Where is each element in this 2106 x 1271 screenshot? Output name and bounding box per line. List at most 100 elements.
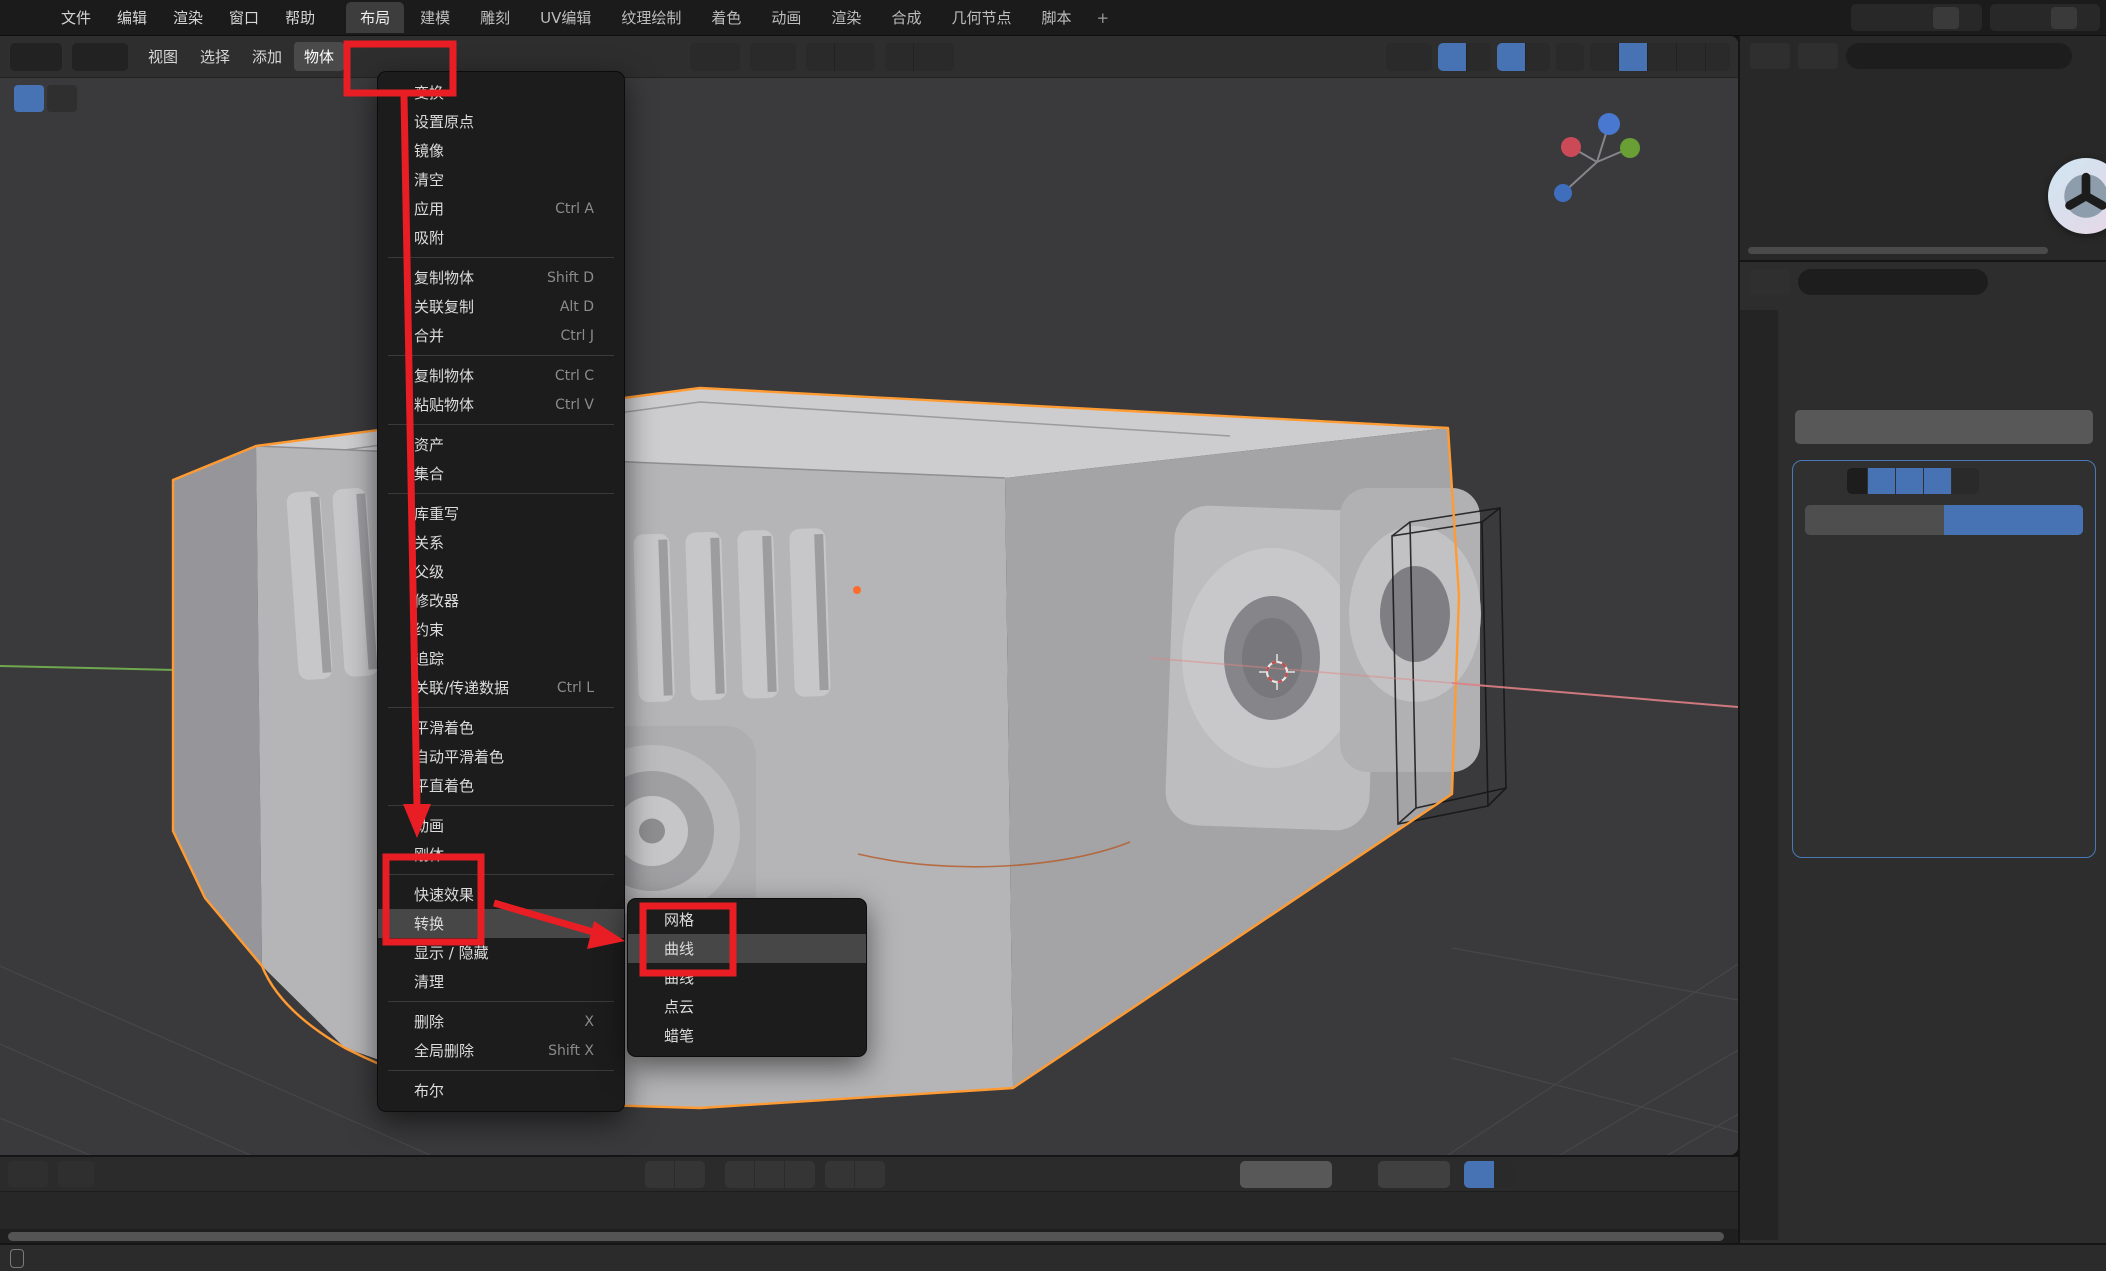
tab-edges[interactable] [1944, 505, 2083, 535]
snap-keys-button[interactable] [825, 1161, 855, 1188]
topbar-menu-4[interactable]: 帮助 [272, 3, 328, 32]
outliner-scrollbar[interactable] [1748, 247, 2048, 254]
object-menu-item-35[interactable]: 清理 [378, 967, 624, 996]
workspace-tab-2[interactable]: 雕刻 [466, 2, 524, 33]
workspace-tab-6[interactable]: 动画 [757, 2, 815, 33]
object-menu-item-18[interactable]: 关系 [378, 528, 624, 557]
modifier-realtime-toggle[interactable] [1896, 468, 1923, 494]
workspace-tab-4[interactable]: 纹理绘制 [607, 2, 695, 33]
blender-logo-icon[interactable] [12, 7, 38, 29]
workspace-tab-5[interactable]: 着色 [697, 2, 755, 33]
viewport-3d[interactable]: 视图选择添加物体 [0, 36, 1738, 1155]
add-modifier-button[interactable] [1795, 410, 2093, 444]
editor-type-button[interactable] [10, 43, 62, 71]
object-menu-item-26[interactable]: 自动平滑着色 [378, 742, 624, 771]
xray-toggle[interactable] [1556, 43, 1584, 71]
object-menu-item-14[interactable]: 资产 [378, 430, 624, 459]
workspace-tab-10[interactable]: 脚本 [1027, 2, 1085, 33]
outliner-filter-mode[interactable] [1798, 43, 1838, 69]
playback-menu[interactable] [58, 1161, 94, 1187]
convert-submenu-item-0[interactable]: 网格 [628, 905, 866, 934]
snap-toggle[interactable] [806, 43, 835, 71]
object-menu-item-40[interactable]: 布尔 [378, 1076, 624, 1105]
sync-dropdown[interactable] [1494, 1168, 1514, 1180]
prev-frame-button[interactable] [725, 1161, 755, 1188]
object-menu-item-1[interactable]: 设置原点 [378, 107, 624, 136]
scene-delete-icon[interactable] [1964, 11, 1978, 25]
select-extend-button[interactable] [47, 85, 77, 112]
workspace-tab-1[interactable]: 建模 [406, 2, 464, 33]
overlays-toggle[interactable] [1497, 43, 1526, 71]
object-menu-item-17[interactable]: 库重写 [378, 499, 624, 528]
shading-solid[interactable] [1619, 43, 1648, 71]
modifier-editmode-toggle[interactable] [1868, 468, 1895, 494]
properties-search-input[interactable] [1828, 274, 1978, 290]
topbar-menu-1[interactable]: 编辑 [104, 3, 160, 32]
viewport-menu-3[interactable]: 物体 [294, 42, 344, 71]
object-menu-item-8[interactable]: 关联复制Alt D [378, 292, 624, 321]
object-menu-item-34[interactable]: 显示 / 隐藏 [378, 938, 624, 967]
pin-icon[interactable] [2078, 324, 2094, 340]
object-menu-item-20[interactable]: 修改器 [378, 586, 624, 615]
object-menu-item-7[interactable]: 复制物体Shift D [378, 263, 624, 292]
outliner-search[interactable] [1846, 43, 2072, 69]
pin-icon[interactable] [1912, 10, 1928, 26]
object-menu-item-3[interactable]: 清空 [378, 165, 624, 194]
viewport-menu-2[interactable]: 添加 [242, 42, 292, 71]
object-menu-item-19[interactable]: 父级 [378, 557, 624, 586]
workspace-tab-7[interactable]: 渲染 [817, 2, 875, 33]
outliner-search-input[interactable] [1876, 48, 2062, 64]
object-menu-item-38[interactable]: 全局删除Shift X [378, 1036, 624, 1065]
viewlayer-copy-button[interactable] [2051, 7, 2077, 29]
object-menu-item-25[interactable]: 平滑着色 [378, 713, 624, 742]
modifier-render-toggle[interactable] [1924, 468, 1951, 494]
topbar-menu-3[interactable]: 窗口 [216, 3, 272, 32]
object-menu-item-29[interactable]: 动画 [378, 811, 624, 840]
tab-vertices[interactable] [1805, 505, 1944, 535]
modifier-name-field[interactable] [1847, 468, 1867, 494]
timeline-scrollbar[interactable] [8, 1232, 1724, 1241]
timeline-editor-type[interactable] [8, 1161, 48, 1187]
overlays-dropdown[interactable] [1526, 43, 1550, 71]
filter-icon[interactable] [2080, 48, 2096, 64]
workspace-tab-3[interactable]: UV编辑 [526, 2, 605, 33]
shading-material[interactable] [1648, 43, 1677, 71]
frame-step-dropdown[interactable] [785, 1161, 815, 1188]
properties-editor-type[interactable] [1750, 269, 1790, 295]
mode-dropdown[interactable] [72, 43, 128, 71]
scene-copy-button[interactable] [1933, 7, 1959, 29]
timeline-ruler[interactable] [0, 1191, 1738, 1229]
object-menu-item-30[interactable]: 刚体 [378, 840, 624, 869]
zoom-button[interactable] [1638, 258, 1668, 288]
shading-dropdown[interactable] [1706, 43, 1730, 71]
object-menu-item-27[interactable]: 平直着色 [378, 771, 624, 800]
timer-icon[interactable] [1346, 1165, 1364, 1183]
sync-button[interactable] [1464, 1161, 1494, 1188]
object-menu-item-4[interactable]: 应用Ctrl A [378, 194, 624, 223]
object-menu-item-9[interactable]: 合并Ctrl J [378, 321, 624, 350]
visibility-dropdown[interactable] [1386, 43, 1432, 71]
object-menu-item-22[interactable]: 追踪 [378, 644, 624, 673]
object-menu-item-5[interactable]: 吸附 [378, 223, 624, 252]
workspace-tab-9[interactable]: 几何节点 [937, 2, 1025, 33]
object-menu-item-23[interactable]: 关联/传递数据Ctrl L [378, 673, 624, 702]
gizmo-toggle[interactable] [1438, 43, 1467, 71]
chevron-down-icon[interactable] [2082, 275, 2096, 289]
auto-key-dropdown[interactable] [675, 1161, 705, 1188]
drag-handle-icon[interactable] [2071, 473, 2087, 489]
convert-submenu-item-3[interactable]: 点云 [628, 992, 866, 1021]
falloff-dropdown[interactable] [914, 43, 954, 71]
shading-wireframe[interactable] [1590, 43, 1619, 71]
proportional-toggle[interactable] [885, 43, 914, 71]
snap-keys-dropdown[interactable] [855, 1161, 885, 1188]
properties-search[interactable] [1798, 269, 1988, 295]
expand-icon[interactable] [1801, 475, 1813, 487]
object-menu-item-21[interactable]: 约束 [378, 615, 624, 644]
shading-rendered[interactable] [1677, 43, 1706, 71]
object-menu-item-33[interactable]: 转换 [378, 909, 624, 938]
convert-submenu-item-1[interactable]: 曲线 [628, 934, 866, 963]
convert-submenu-item-4[interactable]: 蜡笔 [628, 1021, 866, 1050]
modifier-extras-dropdown[interactable] [1952, 468, 1979, 494]
object-menu-item-0[interactable]: 变换 [378, 78, 624, 107]
gizmo-dropdown[interactable] [1467, 43, 1491, 71]
